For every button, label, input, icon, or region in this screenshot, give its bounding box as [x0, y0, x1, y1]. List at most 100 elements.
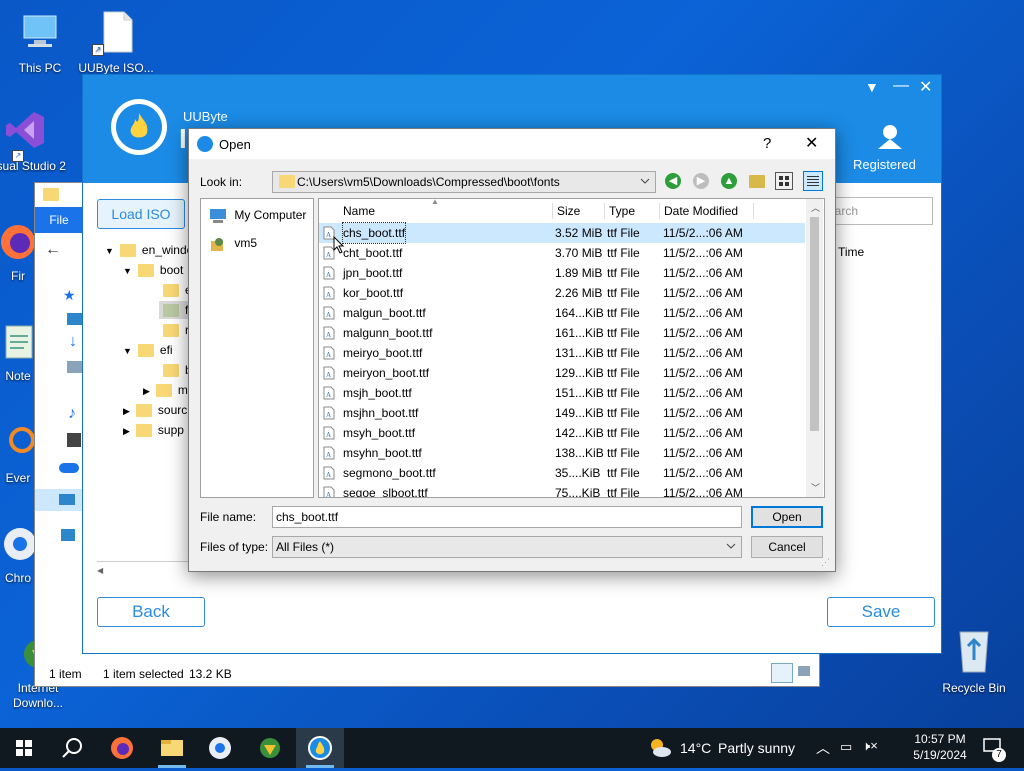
places-sidebar: My Computer vm5: [200, 198, 314, 498]
scroll-up-icon[interactable]: ︿: [811, 201, 820, 214]
clock-time: 10:57 PM: [914, 732, 966, 746]
file-row[interactable]: Asegoe_slboot.ttf 75....KiB ttf File 11/5/2…: [319, 483, 805, 497]
file-tab[interactable]: File: [35, 207, 83, 233]
vertical-scrollbar[interactable]: ︿ ﹀: [806, 199, 823, 497]
music-nav-icon[interactable]: ♪: [68, 405, 76, 423]
place-vm5[interactable]: vm5: [209, 235, 309, 253]
file-row[interactable]: Akor_boot.ttf 2.26 MiB ttf File 11/5/2...:0…: [319, 283, 805, 303]
search-button[interactable]: [48, 728, 96, 768]
svg-text:A: A: [326, 231, 331, 239]
taskbar-firefox[interactable]: [98, 728, 146, 768]
detail-view-icon[interactable]: [803, 171, 823, 191]
column-name[interactable]: Name: [343, 199, 551, 223]
clock[interactable]: 10:57 PM 5/19/2024: [912, 732, 968, 762]
quick-access-star-icon[interactable]: ★: [63, 287, 76, 304]
weather-desc[interactable]: Partly sunny: [718, 740, 795, 756]
back-button[interactable]: Back: [97, 597, 205, 627]
file-row[interactable]: Ajpn_boot.ttf 1.89 MiB ttf File 11/5/2...:0…: [319, 263, 805, 283]
scroll-down-icon[interactable]: ﹀: [811, 481, 820, 494]
file-row[interactable]: Amalgun_boot.ttf 164...KiB ttf File 11/5/2.…: [319, 303, 805, 323]
save-button[interactable]: Save: [827, 597, 935, 627]
taskbar-uubyte[interactable]: [296, 728, 344, 768]
look-in-value: C:\Users\vm5\Downloads\Compressed\boot\f…: [297, 175, 560, 189]
file-row[interactable]: Amsjhn_boot.ttf 149...KiB ttf File 11/5/2..…: [319, 403, 805, 423]
dialog-title: Open: [219, 137, 251, 152]
tree-item-m[interactable]: ▶ m: [143, 383, 188, 398]
look-in-combo[interactable]: C:\Users\vm5\Downloads\Compressed\boot\f…: [272, 171, 656, 193]
taskbar-chrome[interactable]: [196, 728, 244, 768]
onedrive-icon[interactable]: [59, 463, 79, 473]
file-name-input[interactable]: chs_boot.ttf: [272, 506, 742, 528]
svg-text:A: A: [326, 471, 331, 479]
notification-center-icon[interactable]: 7: [982, 736, 1006, 762]
column-type[interactable]: Type: [609, 199, 635, 223]
show-hidden-icons-icon[interactable]: ︿: [816, 738, 830, 758]
large-icons-view-icon[interactable]: [795, 663, 813, 681]
file-date: 11/5/2...:06 AM: [663, 426, 743, 440]
menu-dropdown-icon[interactable]: ▼: [865, 79, 879, 95]
back-arrow-icon[interactable]: ←: [45, 241, 61, 259]
desktop-nav-icon[interactable]: [67, 313, 83, 325]
file-row[interactable]: Acht_boot.ttf 3.70 MiB ttf File 11/5/2...:0…: [319, 243, 805, 263]
taskbar-internet-download[interactable]: [246, 728, 294, 768]
close-icon[interactable]: ✕: [805, 133, 818, 153]
back-icon[interactable]: ◀: [665, 173, 681, 189]
file-row[interactable]: Ameiryon_boot.ttf 129...KiB ttf File 11/5/2…: [319, 363, 805, 383]
desktop-icon-uubyte-iso[interactable]: ↗ UUByte ISO...: [76, 10, 156, 76]
open-button[interactable]: Open: [751, 506, 823, 528]
file-row[interactable]: Amsyh_boot.ttf 142...KiB ttf File 11/5/2...…: [319, 423, 805, 443]
windows-icon: [16, 740, 32, 756]
forward-icon[interactable]: ▶: [693, 173, 709, 189]
tree-item-boot[interactable]: ▼ boot: [123, 263, 183, 278]
search-input[interactable]: earch: [823, 197, 933, 225]
network-icon[interactable]: ▭: [840, 739, 852, 755]
file-row[interactable]: Achs_boot.ttf 3.52 MiB ttf File 11/5/2...:0…: [319, 222, 805, 244]
files-of-type-combo[interactable]: All Files (*): [272, 536, 742, 558]
network-icon[interactable]: [61, 529, 75, 541]
videos-nav-icon[interactable]: [67, 433, 81, 447]
taskbar-file-explorer[interactable]: [148, 728, 196, 768]
load-iso-button[interactable]: Load ISO: [97, 199, 185, 229]
files-of-type-value: All Files (*): [276, 540, 335, 554]
list-view-icon[interactable]: [775, 172, 793, 190]
downloads-nav-icon[interactable]: ↓: [69, 333, 77, 351]
volume-muted-icon[interactable]: 🕨×: [862, 738, 878, 754]
close-icon[interactable]: ✕: [919, 77, 932, 97]
desktop-icon-visual-studio[interactable]: Visual Studio 2: [0, 108, 66, 174]
file-row[interactable]: Amsyhn_boot.ttf 138...KiB ttf File 11/5/2..…: [319, 443, 805, 463]
file-name-label: File name:: [200, 510, 257, 524]
shortcut-arrow-icon: ↗: [12, 150, 24, 162]
tree-item-sources[interactable]: ▶ sourc: [123, 403, 187, 418]
tree-item-support[interactable]: ▶ supp: [123, 423, 184, 438]
resize-grip-icon[interactable]: ⋰: [821, 557, 830, 568]
scroll-thumb[interactable]: [810, 217, 819, 431]
start-button[interactable]: [0, 728, 48, 768]
details-view-icon[interactable]: [771, 663, 793, 683]
column-date[interactable]: Date Modified: [664, 199, 738, 223]
file-name: meiryo_boot.ttf: [343, 346, 423, 360]
font-file-icon: A: [323, 406, 335, 420]
file-row[interactable]: Asegmono_boot.ttf 35....KiB ttf File 11/5/2…: [319, 463, 805, 483]
file-row[interactable]: Ameiryo_boot.ttf 131...KiB ttf File 11/5/2.…: [319, 343, 805, 363]
tree-item-efi[interactable]: ▼ efi: [123, 343, 173, 358]
file-row[interactable]: Amsjh_boot.ttf 151...KiB ttf File 11/5/2...…: [319, 383, 805, 403]
file-date: 11/5/2...:06 AM: [663, 326, 743, 340]
help-button[interactable]: ?: [763, 135, 771, 152]
file-row[interactable]: Amalgunn_boot.ttf 161...KiB ttf File 11/5/2…: [319, 323, 805, 343]
place-my-computer[interactable]: My Computer: [209, 207, 309, 225]
up-folder-icon[interactable]: ▲: [721, 173, 737, 189]
tree-item-root[interactable]: ▼ en_windo: [105, 243, 193, 258]
desktop-icon-recycle-bin[interactable]: Recycle Bin: [934, 626, 1014, 696]
font-file-icon: A: [323, 266, 335, 280]
desktop-icon-this-pc[interactable]: This PC: [0, 10, 80, 76]
font-file-icon: A: [323, 486, 335, 497]
font-file-icon: A: [323, 386, 335, 400]
weather-temp[interactable]: 14°C: [680, 740, 711, 756]
weather-icon[interactable]: [648, 736, 672, 760]
minimize-icon[interactable]: —: [893, 77, 909, 95]
folder-icon: [161, 740, 183, 756]
new-folder-icon[interactable]: [749, 174, 771, 189]
documents-nav-icon[interactable]: [67, 361, 83, 373]
cancel-button[interactable]: Cancel: [751, 536, 823, 558]
column-size[interactable]: Size: [557, 199, 580, 223]
